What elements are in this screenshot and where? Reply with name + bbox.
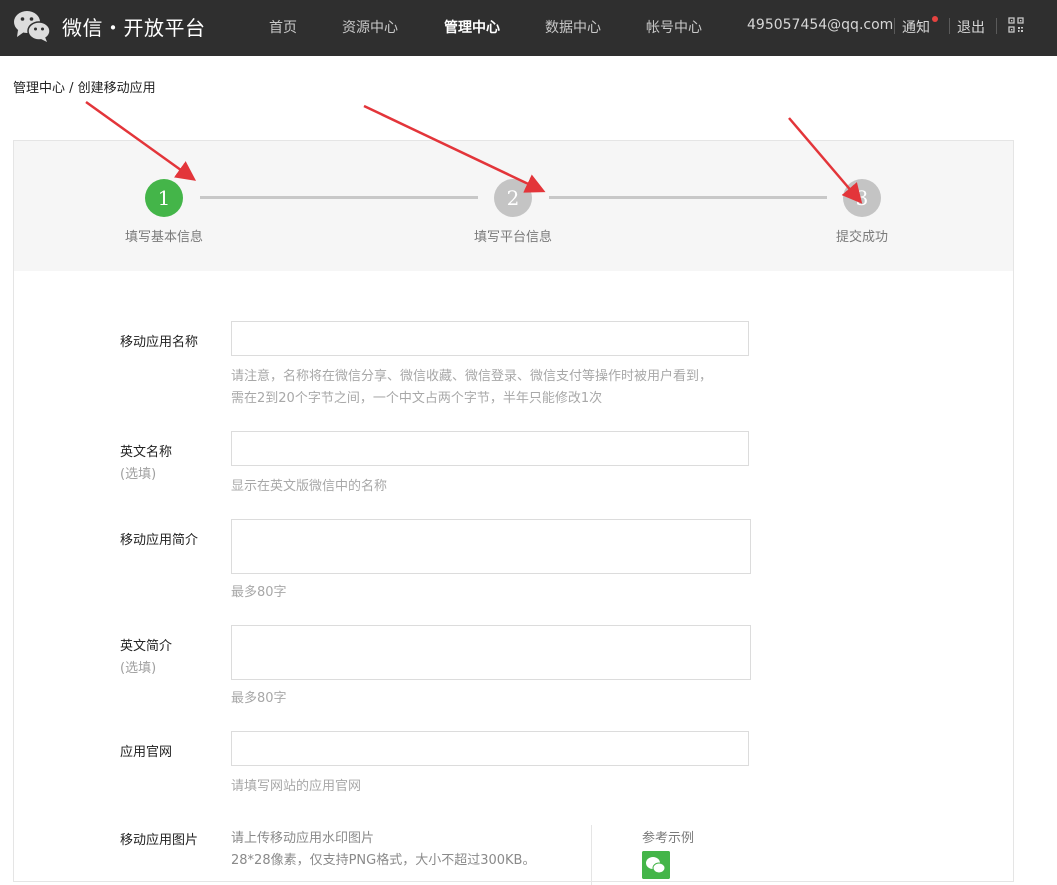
brand-title[interactable]: 微信・开放平台 [62, 12, 206, 41]
app-name-hint: 需在2到20个字节之间，一个中文占两个字节，半年只能修改1次 [231, 391, 603, 406]
account-email[interactable]: 495057454@qq.com [747, 17, 893, 33]
english-name-input[interactable] [231, 431, 749, 466]
optional-tag: (选填) [120, 661, 157, 676]
nav-home[interactable]: 首页 [269, 17, 297, 37]
nav-divider [949, 18, 950, 34]
app-name-label: 移动应用名称 [120, 335, 199, 350]
english-intro-textarea[interactable] [231, 625, 751, 680]
step-1-label: 填写基本信息 [124, 230, 204, 245]
english-name-hint: 显示在英文版微信中的名称 [231, 479, 388, 494]
nav-divider [996, 18, 997, 34]
english-name-label: 英文名称 [120, 445, 173, 460]
app-image-hint: 请上传移动应用水印图片 [231, 831, 375, 846]
reference-example-label: 参考示例 [642, 831, 695, 846]
website-label: 应用官网 [120, 745, 173, 760]
app-image-hint: 28*28像素，仅支持PNG格式，大小不超过300KB。 [231, 853, 536, 868]
wechat-logo-icon[interactable] [12, 8, 52, 44]
step-1-circle: 1 [145, 179, 183, 217]
nav-divider [894, 18, 895, 34]
notice-badge [932, 16, 938, 22]
english-intro-hint: 最多80字 [231, 691, 287, 706]
app-intro-textarea[interactable] [231, 519, 751, 574]
nav-data[interactable]: 数据中心 [545, 17, 601, 37]
step-3-label: 提交成功 [835, 230, 889, 245]
notice-link[interactable]: 通知 [902, 17, 930, 37]
create-app-card: 1 填写基本信息 2 填写平台信息 3 提交成功 移动应用名称 请注意，名称将在… [13, 140, 1014, 885]
nav-management[interactable]: 管理中心 [444, 17, 500, 37]
step-progress-bar: 1 填写基本信息 2 填写平台信息 3 提交成功 [14, 141, 1013, 271]
english-intro-label: 英文简介 [120, 639, 173, 654]
step-connector [200, 196, 478, 199]
app-intro-label: 移动应用简介 [120, 533, 199, 548]
step-3-circle: 3 [843, 179, 881, 217]
qr-code-icon[interactable] [1008, 17, 1024, 33]
optional-tag: (选填) [120, 467, 157, 482]
step-connector [549, 196, 827, 199]
app-name-input[interactable] [231, 321, 749, 356]
step-2-label: 填写平台信息 [473, 230, 553, 245]
image-section-divider [591, 825, 592, 885]
website-input[interactable] [231, 731, 749, 766]
wechat-example-icon [642, 851, 670, 879]
app-intro-hint: 最多80字 [231, 585, 287, 600]
app-name-hint: 请注意，名称将在微信分享、微信收藏、微信登录、微信支付等操作时被用户看到， [231, 369, 713, 384]
logout-link[interactable]: 退出 [957, 17, 985, 37]
breadcrumb: 管理中心 / 创建移动应用 [13, 81, 156, 96]
nav-resources[interactable]: 资源中心 [342, 17, 398, 37]
step-2-circle: 2 [494, 179, 532, 217]
app-image-label: 移动应用图片 [120, 833, 199, 848]
nav-account-center[interactable]: 帐号中心 [646, 17, 702, 37]
top-nav-bar: 微信・开放平台 首页 资源中心 管理中心 数据中心 帐号中心 495057454… [0, 0, 1057, 56]
website-hint: 请填写网站的应用官网 [231, 779, 362, 794]
